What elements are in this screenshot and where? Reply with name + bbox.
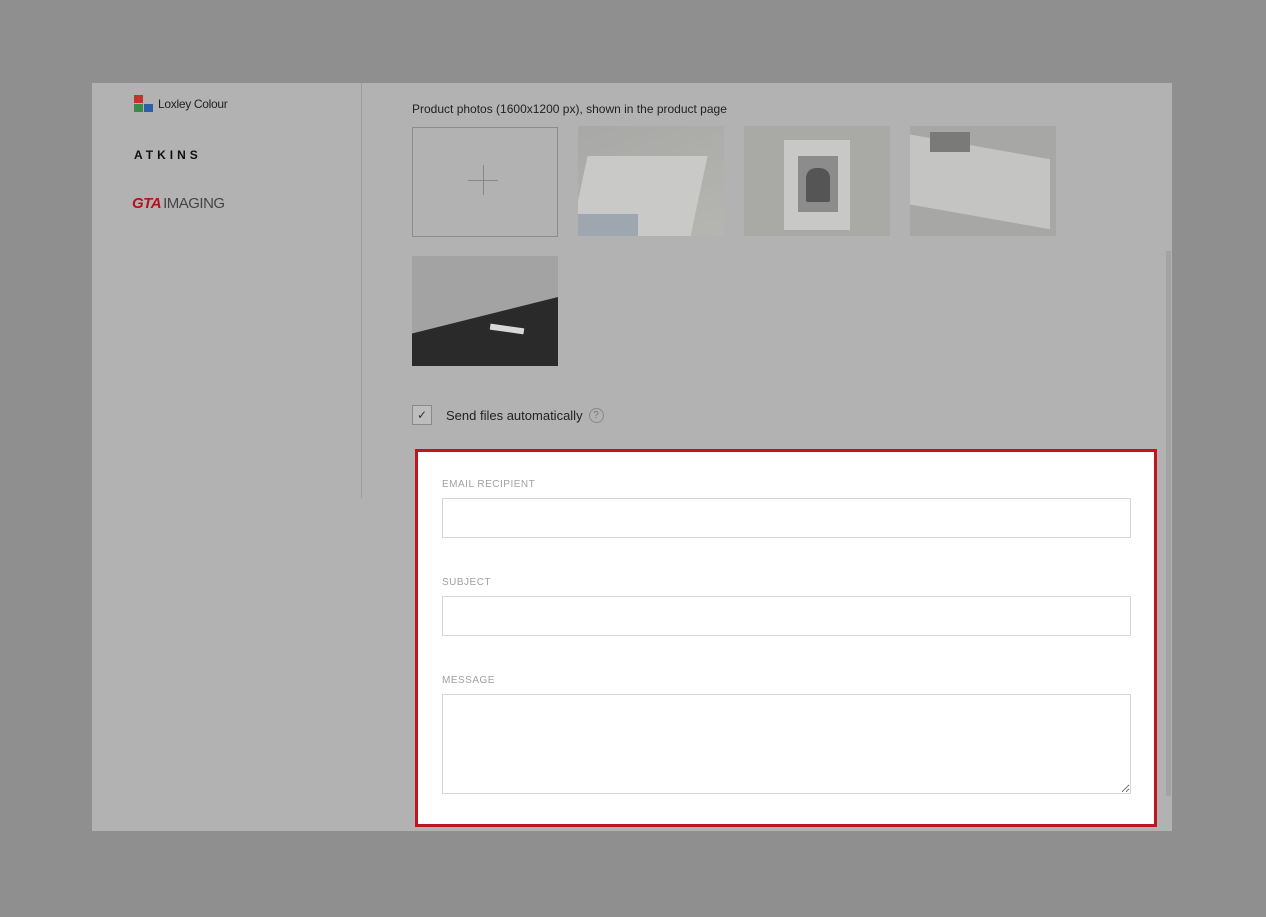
product-photos-label: Product photos (1600x1200 px), shown in … — [412, 102, 727, 116]
checkmark-icon: ✓ — [416, 408, 428, 422]
message-textarea[interactable] — [442, 694, 1131, 794]
product-photo-thumbnail[interactable] — [412, 256, 558, 366]
gta-imaging-logo[interactable]: GTA IMAGING — [132, 195, 225, 212]
send-files-label: Send files automatically — [446, 407, 583, 423]
atkins-logo-text: ATKINS — [134, 148, 202, 162]
message-label: MESSAGE — [442, 675, 495, 686]
product-photo-thumbnail[interactable] — [744, 126, 890, 236]
question-icon[interactable]: ? — [588, 407, 604, 423]
loxley-colour-logo[interactable]: Loxley Colour — [134, 95, 228, 113]
loxley-logo-text: Loxley Colour — [158, 97, 228, 111]
lab-sidebar: Loxley Colour ATKINS GTA IMAGING — [92, 83, 362, 498]
loxley-mark-icon — [134, 95, 154, 113]
send-files-row: ✓ Send files automatically ? — [412, 405, 604, 425]
subject-input[interactable] — [442, 596, 1131, 636]
gta-logo-text-b: IMAGING — [163, 195, 225, 212]
product-photo-thumbnail[interactable] — [578, 126, 724, 236]
modal-scrollbar[interactable] — [1166, 251, 1171, 796]
email-settings-panel: EMAIL RECIPIENT SUBJECT MESSAGE — [415, 449, 1157, 827]
atkins-logo[interactable]: ATKINS — [134, 148, 202, 162]
add-photo-button[interactable] — [412, 127, 558, 237]
product-photo-thumbnail[interactable] — [910, 126, 1056, 236]
subject-label: SUBJECT — [442, 577, 492, 588]
send-files-checkbox[interactable]: ✓ — [412, 405, 432, 425]
email-recipient-input[interactable] — [442, 498, 1131, 538]
email-recipient-label: EMAIL RECIPIENT — [442, 479, 536, 490]
gta-logo-text-a: GTA — [132, 195, 162, 212]
